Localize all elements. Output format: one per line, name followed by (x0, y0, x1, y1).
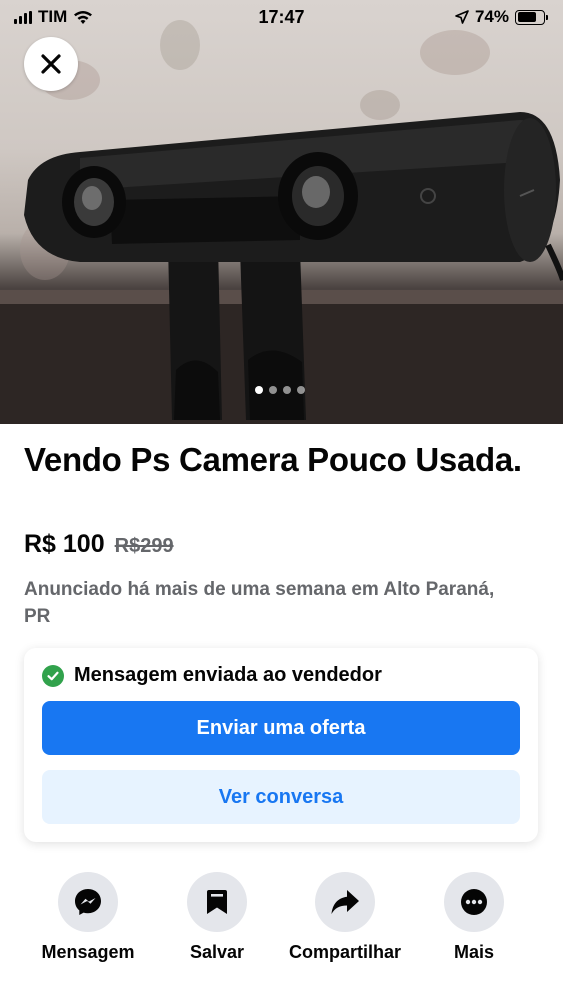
carousel-dot[interactable] (255, 386, 263, 394)
action-bar: Mensagem Salvar Compartilhar Mais (0, 872, 563, 992)
action-more-label: Mais (453, 942, 495, 962)
action-save-label: Salvar (189, 942, 245, 962)
carousel-dot[interactable] (297, 386, 305, 394)
carrier-label: TIM (38, 7, 68, 26)
check-circle-icon (42, 664, 64, 687)
status-time: 17:47 (258, 6, 305, 27)
battery-percent: 74% (474, 7, 509, 26)
location-arrow-icon (455, 10, 469, 24)
ps-camera-image (0, 112, 563, 424)
message-sent-status: Mensagem enviada ao vendedor (42, 664, 382, 687)
listing-price: R$ 100 (24, 530, 105, 558)
action-message[interactable]: Mensagem (23, 872, 153, 964)
status-bar: TIM 17:47 74% (0, 0, 563, 34)
messenger-icon[interactable] (58, 872, 118, 932)
battery-level (517, 12, 536, 22)
listing-old-price: R$299 (114, 535, 174, 557)
status-right: 74% (455, 7, 548, 27)
carousel-dot[interactable] (283, 386, 291, 394)
listing-title: Vendo Ps Camera Pouco Usada. (24, 441, 522, 478)
share-icon[interactable] (315, 872, 375, 932)
price-row: R$ 100 R$299 (24, 530, 174, 559)
carousel-dot[interactable] (269, 386, 277, 394)
close-button[interactable] (24, 37, 78, 91)
message-sent-label: Mensagem enviada ao vendedor (74, 664, 382, 686)
carousel-indicator[interactable] (255, 386, 305, 394)
listing-meta: Anunciado há mais de uma semana em Alto … (24, 579, 495, 627)
bookmark-icon[interactable] (187, 872, 247, 932)
status-left: TIM (14, 7, 93, 27)
action-message-label: Mensagem (41, 942, 135, 962)
action-share-label: Compartilhar (288, 942, 402, 962)
seller-message-card: Mensagem enviada ao vendedor Enviar uma … (24, 648, 538, 842)
signal-icon (14, 10, 32, 24)
close-icon (41, 54, 61, 74)
view-conversation-button[interactable]: Ver conversa (42, 770, 520, 824)
wifi-icon (74, 10, 93, 24)
action-share[interactable]: Compartilhar (280, 872, 410, 964)
action-more[interactable]: Mais (409, 872, 539, 964)
send-offer-button[interactable]: Enviar uma oferta (42, 701, 520, 755)
action-save[interactable]: Salvar (152, 872, 282, 964)
listing-photo[interactable]: TIM 17:47 74% (0, 0, 563, 424)
battery-icon (515, 9, 548, 25)
more-icon[interactable] (444, 872, 504, 932)
